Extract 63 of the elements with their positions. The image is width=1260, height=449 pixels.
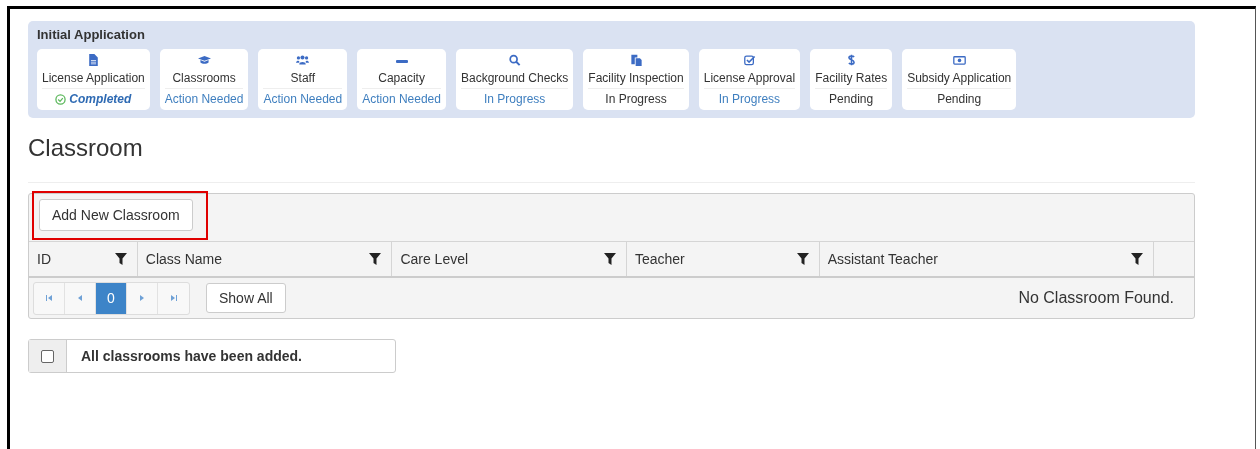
last-page-icon bbox=[169, 294, 178, 302]
document-icon bbox=[86, 54, 100, 66]
step-status: Action Needed bbox=[263, 91, 343, 106]
step-card[interactable]: Facility Inspection In Progress bbox=[583, 49, 689, 110]
step-status: In Progress bbox=[605, 91, 667, 106]
column-title: Assistant Teacher bbox=[827, 251, 938, 267]
check-circle-icon bbox=[55, 93, 67, 105]
filter-icon[interactable] bbox=[369, 253, 382, 265]
step-label: Classrooms bbox=[164, 71, 244, 89]
previous-icon bbox=[76, 294, 84, 302]
step-card[interactable]: Background Checks In Progress bbox=[455, 49, 574, 110]
column-title: ID bbox=[37, 251, 51, 267]
step-status: Pending bbox=[829, 91, 874, 106]
add-classroom-button[interactable]: Add New Classroom bbox=[39, 199, 193, 231]
column-header[interactable]: Care Level bbox=[392, 242, 627, 276]
step-label: Background Checks bbox=[460, 71, 569, 89]
step-status: Action Needed bbox=[164, 91, 244, 106]
confirmation-label: All classrooms have been added. bbox=[81, 348, 302, 364]
step-card[interactable]: Subsidy Application Pending bbox=[902, 49, 1017, 110]
show-all-button[interactable]: Show All bbox=[206, 283, 286, 313]
minus-icon bbox=[395, 60, 408, 63]
check-square-icon bbox=[742, 54, 756, 66]
search-icon bbox=[508, 54, 522, 66]
filter-icon[interactable] bbox=[114, 253, 127, 265]
step-label: Facility Rates bbox=[815, 71, 888, 89]
step-status: Action Needed bbox=[362, 91, 441, 106]
first-page-icon bbox=[45, 294, 53, 302]
column-title: Class Name bbox=[145, 251, 223, 267]
column-header[interactable]: Assistant Teacher bbox=[819, 242, 1155, 276]
step-card[interactable]: License Application Completed bbox=[37, 49, 150, 110]
checkbox[interactable] bbox=[41, 349, 54, 363]
step-card[interactable]: License Approval In Progress bbox=[698, 49, 801, 110]
column-header[interactable]: Teacher bbox=[626, 242, 820, 276]
column-header[interactable]: Class Name bbox=[137, 242, 393, 276]
column-title: Teacher bbox=[634, 251, 685, 267]
step-status: In Progress bbox=[483, 91, 546, 106]
copy-icon bbox=[629, 54, 643, 66]
next-icon bbox=[138, 294, 146, 302]
step-status: In Progress bbox=[718, 91, 781, 106]
graduation-cap-icon bbox=[197, 54, 211, 66]
step-label: Staff bbox=[263, 71, 343, 89]
column-title: Care Level bbox=[400, 251, 469, 267]
users-icon bbox=[296, 54, 310, 66]
filter-icon[interactable] bbox=[796, 253, 809, 265]
step-card[interactable]: Classrooms Action Needed bbox=[159, 49, 249, 110]
step-status: Completed bbox=[55, 89, 132, 106]
step-label: License Approval bbox=[703, 71, 796, 89]
empty-message: No Classroom Found. bbox=[1018, 289, 1174, 307]
column-header[interactable]: ID bbox=[29, 242, 138, 276]
step-card[interactable]: Staff Action Needed bbox=[258, 49, 348, 110]
step-label: Facility Inspection bbox=[588, 71, 684, 89]
step-label: Subsidy Application bbox=[907, 71, 1012, 89]
filter-icon[interactable] bbox=[603, 253, 616, 265]
step-label: License Application bbox=[42, 71, 145, 89]
panel-title: Initial Application bbox=[37, 27, 146, 42]
filter-icon[interactable] bbox=[1131, 253, 1144, 265]
page-button[interactable]: 0 bbox=[96, 282, 127, 314]
step-card[interactable]: Facility Rates Pending bbox=[810, 49, 893, 110]
page-heading: Classroom bbox=[28, 136, 144, 160]
step-card[interactable]: Capacity Action Needed bbox=[357, 49, 446, 110]
step-status: Pending bbox=[937, 91, 982, 106]
money-icon bbox=[952, 54, 966, 66]
step-label: Capacity bbox=[362, 71, 441, 89]
